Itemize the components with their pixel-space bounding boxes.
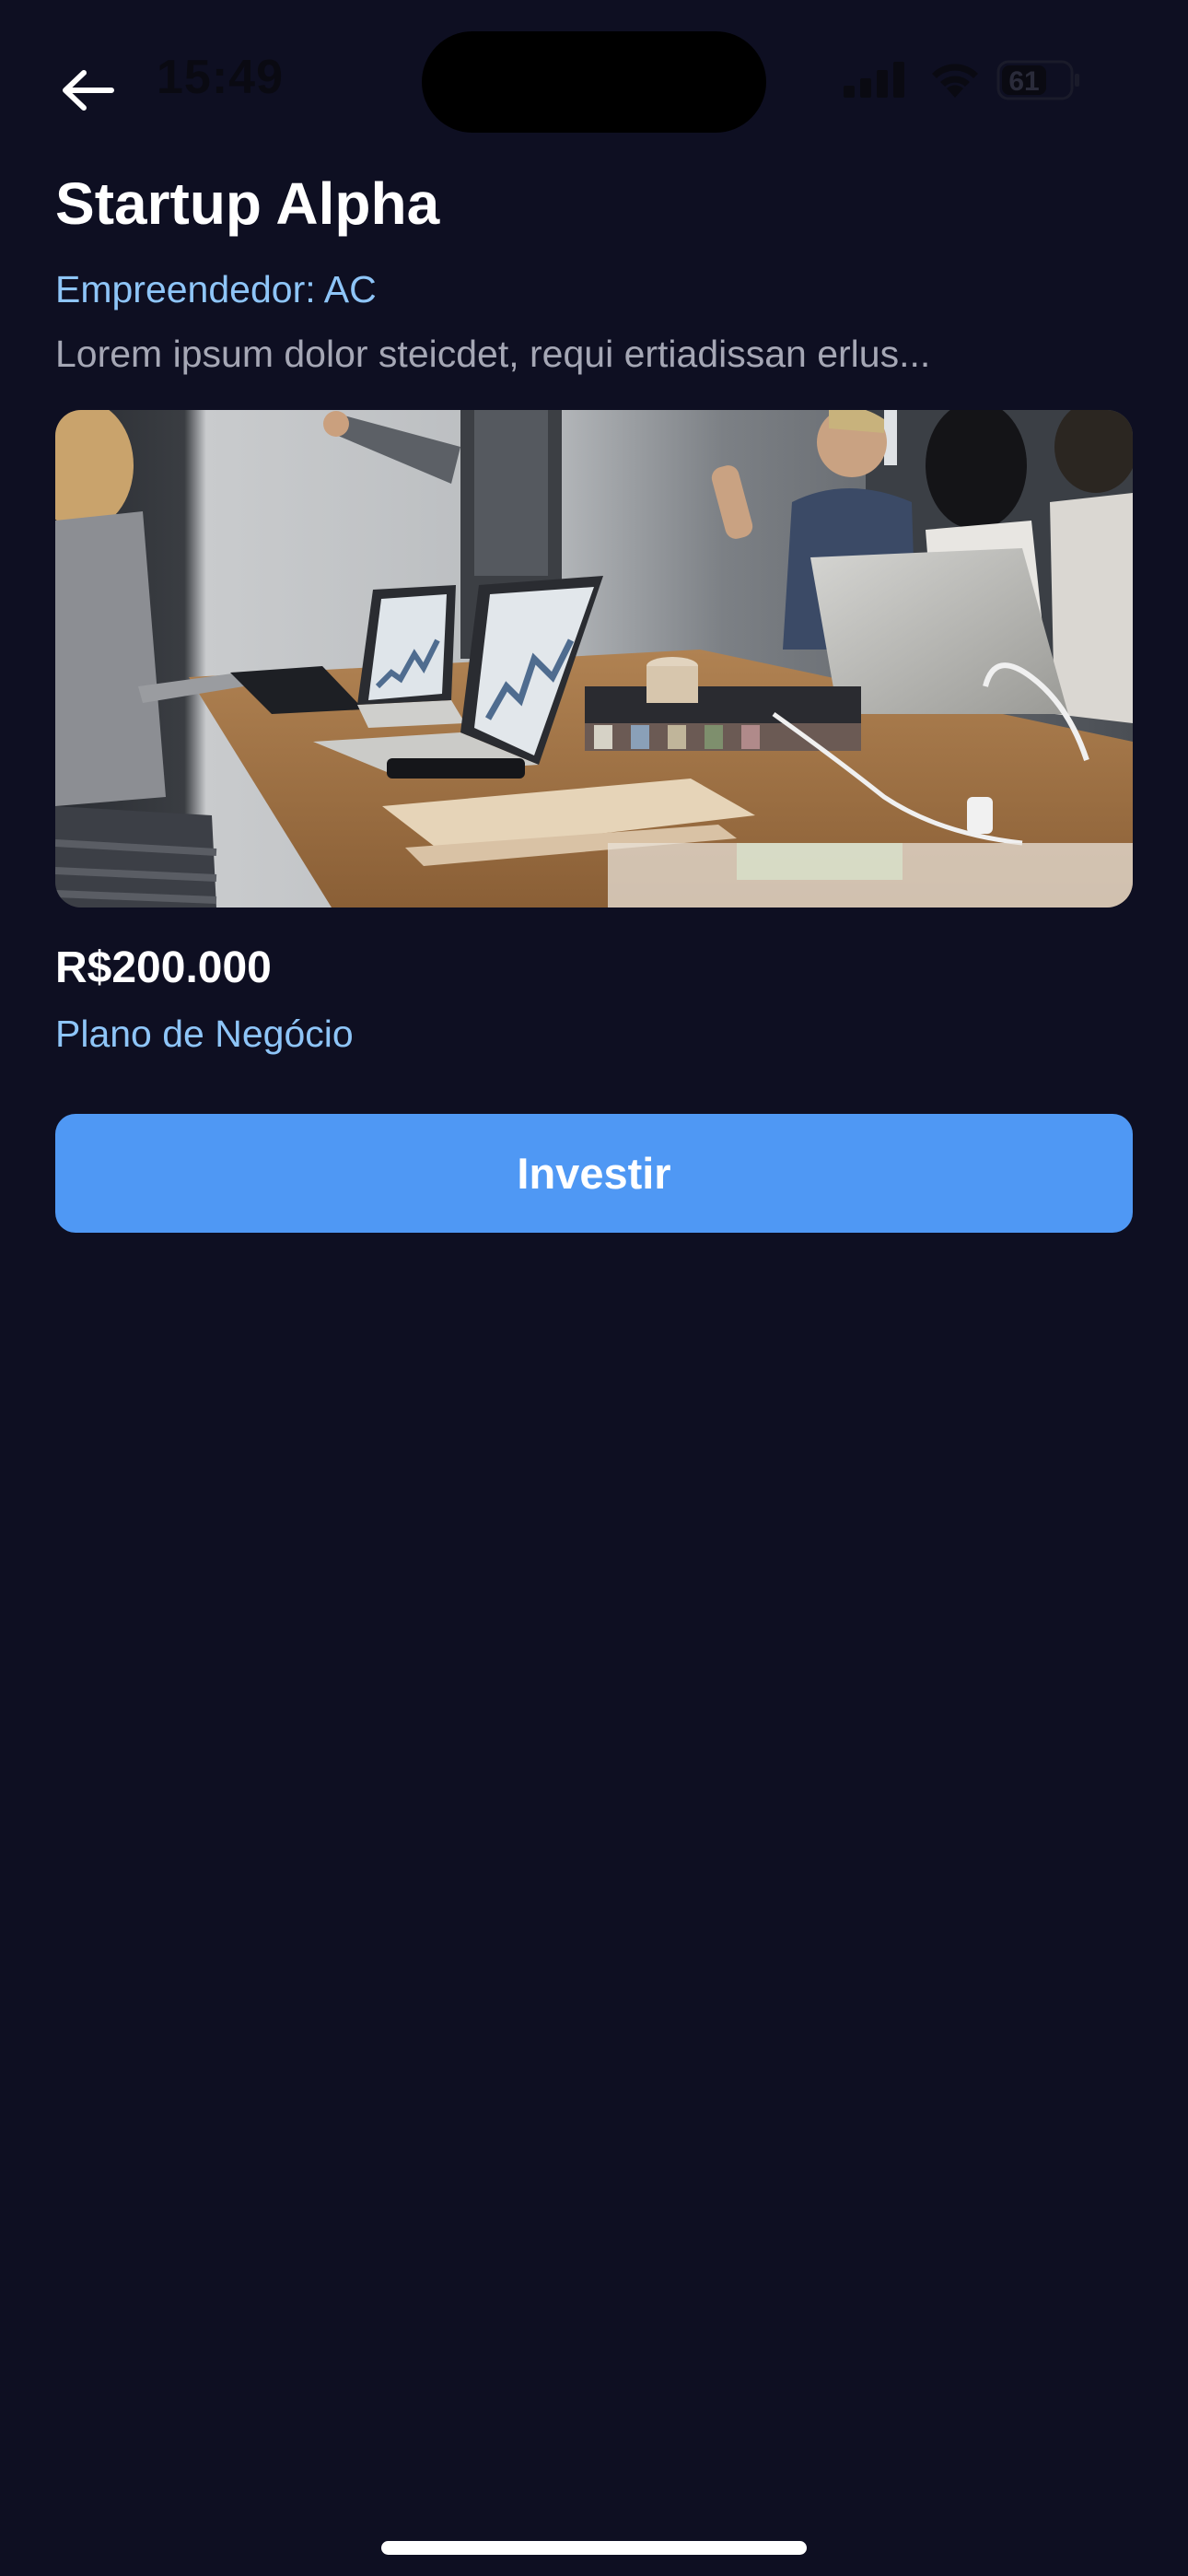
team-meeting-photo bbox=[55, 410, 1133, 907]
dynamic-island bbox=[422, 31, 766, 133]
home-indicator bbox=[381, 2541, 807, 2555]
cellular-signal-icon bbox=[844, 62, 904, 98]
status-time: 15:49 bbox=[157, 51, 284, 104]
wifi-icon bbox=[932, 64, 978, 98]
startup-name: Startup Alpha bbox=[55, 170, 440, 237]
startup-description: Lorem ipsum dolor steicdet, requi ertiad… bbox=[55, 333, 931, 375]
business-plan-link[interactable]: Plano de Negócio bbox=[55, 1008, 354, 1060]
arrow-left-icon bbox=[63, 70, 114, 111]
investment-amount: R$200.000 bbox=[55, 943, 272, 992]
back-button[interactable] bbox=[48, 53, 127, 127]
invest-button[interactable]: Investir bbox=[55, 1114, 1133, 1233]
entrepreneur-label: Empreendedor: AC bbox=[55, 268, 377, 310]
battery-level-label: 61 bbox=[1008, 66, 1039, 97]
status-bar: 15:49 61 bbox=[0, 0, 1188, 157]
battery-icon: 61 bbox=[996, 60, 1079, 100]
startup-image bbox=[55, 410, 1133, 907]
status-icons: 61 bbox=[840, 57, 1089, 103]
